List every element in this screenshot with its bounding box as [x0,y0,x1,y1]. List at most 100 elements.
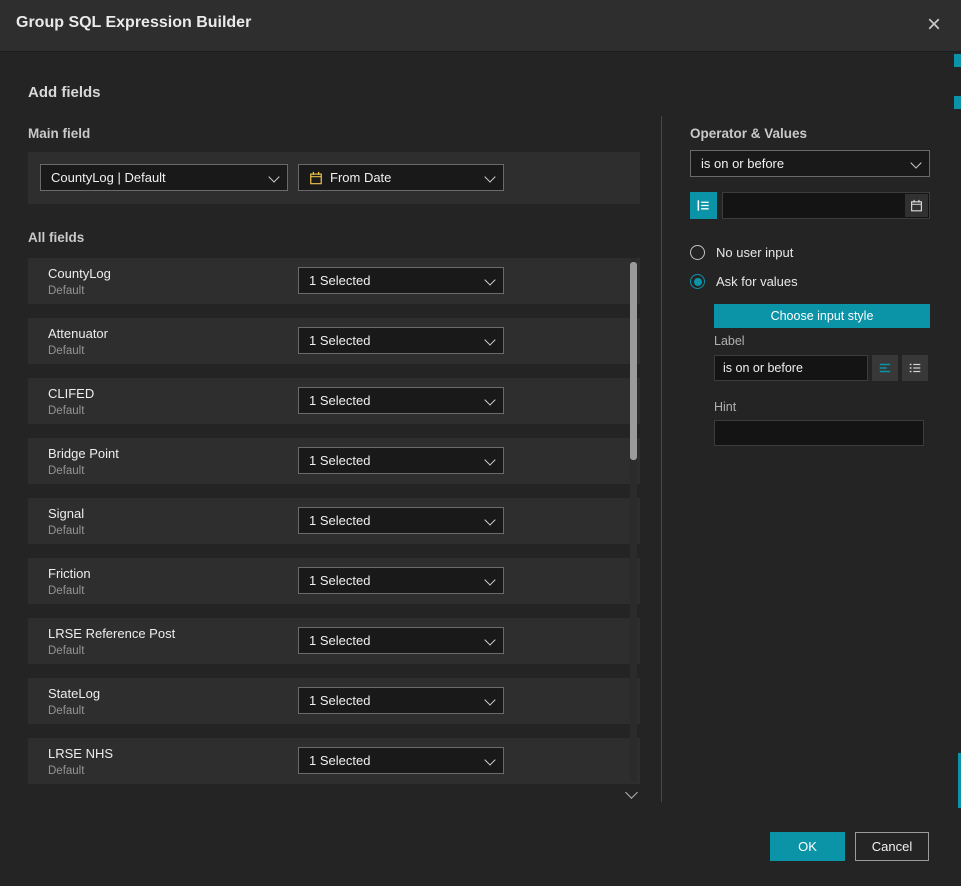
hint-input[interactable] [714,420,924,446]
radio-label: Ask for values [716,274,798,289]
chevron-down-icon [484,694,495,705]
chevron-down-icon [268,171,279,182]
calendar-icon [910,199,923,212]
layer-select-value: CountyLog | Default [51,170,166,185]
field-values-select-value: 1 Selected [309,453,370,468]
field-row: Bridge Point Default 1 Selected [28,438,640,484]
field-name: CountyLog [48,266,111,281]
field-values-select-value: 1 Selected [309,693,370,708]
field-sublabel: Default [48,705,84,717]
label-input[interactable] [714,355,868,381]
field-row: Attenuator Default 1 Selected [28,318,640,364]
label-field-label: Label [714,334,745,348]
field-sublabel: Default [48,465,84,477]
field-name: LRSE Reference Post [48,626,175,641]
substitute-values-icon [696,198,711,213]
field-row: Friction Default 1 Selected [28,558,640,604]
field-values-select[interactable]: 1 Selected [298,327,504,354]
chevron-down-icon [484,394,495,405]
date-picker-button[interactable] [905,194,928,217]
field-row: LRSE NHS Default 1 Selected [28,738,640,784]
chevron-down-icon [484,274,495,285]
cancel-button[interactable]: Cancel [855,832,929,861]
field-values-select[interactable]: 1 Selected [298,387,504,414]
column-divider [661,116,662,802]
field-name: Signal [48,506,84,521]
scroll-down-indicator [625,786,638,799]
radio-no-user-input[interactable]: No user input [690,245,793,260]
ok-button[interactable]: OK [770,832,845,861]
layer-select[interactable]: CountyLog | Default [40,164,288,191]
radio-circle-icon [690,274,705,289]
field-values-select-value: 1 Selected [309,633,370,648]
field-sublabel: Default [48,645,84,657]
all-fields-heading: All fields [28,230,84,245]
field-values-select-value: 1 Selected [309,273,370,288]
field-row: CLIFED Default 1 Selected [28,378,640,424]
chevron-down-icon [484,634,495,645]
field-values-select[interactable]: 1 Selected [298,627,504,654]
field-name: Attenuator [48,326,108,341]
add-fields-heading: Add fields [28,84,101,101]
field-name: Bridge Point [48,446,119,461]
chevron-down-icon [484,454,495,465]
field-values-select-value: 1 Selected [309,573,370,588]
field-sublabel: Default [48,405,84,417]
radio-ask-for-values[interactable]: Ask for values [690,274,798,289]
chevron-down-icon [484,171,495,182]
field-values-select[interactable]: 1 Selected [298,567,504,594]
field-row: StateLog Default 1 Selected [28,678,640,724]
single-line-icon [878,361,892,375]
field-sublabel: Default [48,345,84,357]
field-row: Signal Default 1 Selected [28,498,640,544]
field-name: LRSE NHS [48,746,113,761]
calendar-icon [309,171,323,185]
field-values-select[interactable]: 1 Selected [298,267,504,294]
main-field-heading: Main field [28,126,90,141]
field-sublabel: Default [48,765,84,777]
scrollbar-thumb[interactable] [630,262,637,460]
chevron-down-icon [484,514,495,525]
field-values-select-value: 1 Selected [309,393,370,408]
dialog-title: Group SQL Expression Builder [16,14,251,32]
field-values-select[interactable]: 1 Selected [298,447,504,474]
list-icon [908,361,922,375]
field-values-select[interactable]: 1 Selected [298,687,504,714]
operator-values-heading: Operator & Values [690,126,807,141]
background-artifact [954,96,961,109]
field-row: CountyLog Default 1 Selected [28,258,640,304]
field-name: StateLog [48,686,100,701]
chevron-down-icon [910,157,921,168]
chevron-down-icon [484,574,495,585]
main-field-select-value: From Date [330,170,391,185]
operator-select[interactable]: is on or before [690,150,930,177]
field-sublabel: Default [48,285,84,297]
field-sublabel: Default [48,525,84,537]
field-name: CLIFED [48,386,94,401]
background-artifact [954,54,961,67]
close-icon[interactable]: × [919,10,949,40]
main-field-band: CountyLog | Default From Date [28,152,640,204]
field-name: Friction [48,566,91,581]
field-sublabel: Default [48,585,84,597]
value-input[interactable] [722,192,930,219]
hint-field-label: Hint [714,400,736,414]
substitute-values-button[interactable] [690,192,717,219]
choose-input-style-button[interactable]: Choose input style [714,304,930,328]
chevron-down-icon [484,334,495,345]
main-field-select[interactable]: From Date [298,164,504,191]
field-values-select-value: 1 Selected [309,513,370,528]
radio-label: No user input [716,245,793,260]
list-style-button[interactable] [902,355,928,381]
radio-circle-icon [690,245,705,260]
operator-select-value: is on or before [701,156,784,171]
field-values-select-value: 1 Selected [309,333,370,348]
field-values-select[interactable]: 1 Selected [298,507,504,534]
field-row: LRSE Reference Post Default 1 Selected [28,618,640,664]
single-line-style-button[interactable] [872,355,898,381]
value-input-wrap [722,192,930,219]
field-values-select-value: 1 Selected [309,753,370,768]
dialog-titlebar: Group SQL Expression Builder × [0,0,961,52]
chevron-down-icon [484,754,495,765]
field-values-select[interactable]: 1 Selected [298,747,504,774]
